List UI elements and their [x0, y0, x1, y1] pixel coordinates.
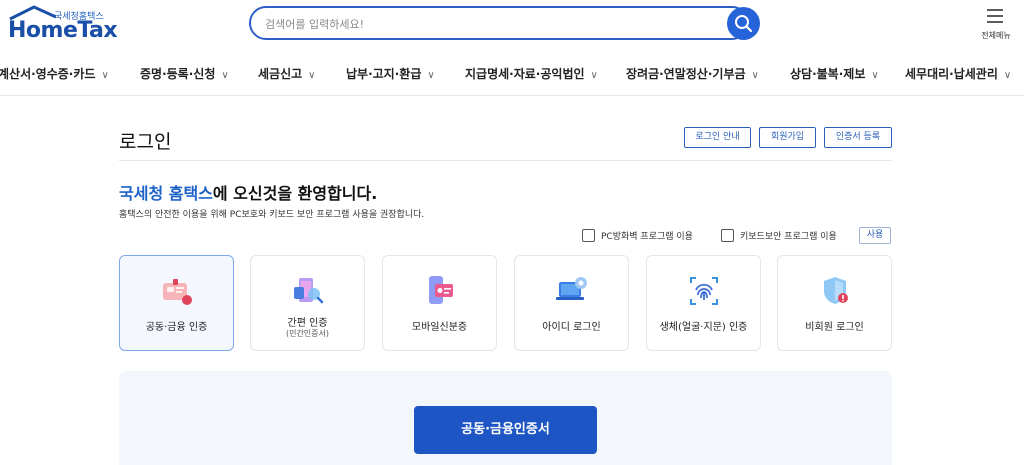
login-method-mobile-id[interactable]: 모바일신분증: [382, 255, 497, 351]
nav-item-receipts[interactable]: 계산서·영수증·카드 ∨: [0, 65, 109, 82]
nav-item-statements[interactable]: 지급명세·자료·공익법인 ∨: [465, 65, 598, 82]
welcome-text: 에 오신것을 환영합니다.: [212, 184, 378, 203]
keyboard-security-checkbox[interactable]: [721, 229, 734, 242]
login-methods: 공동·금융 인증 간편 인증 (민간인증서) 모바일신분증 아이디 로그인 생체…: [119, 255, 892, 351]
top-links: 로그인 안내 회원가입 인증서 등록: [684, 127, 892, 149]
use-button[interactable]: 사용: [859, 227, 891, 244]
login-method-label: 비회원 로그인: [805, 322, 864, 333]
login-method-label: 모바일신분증: [411, 322, 468, 333]
nav-item-tax-filing[interactable]: 세금신고 ∨: [258, 65, 316, 82]
cert-register-button[interactable]: 인증서 등록: [824, 127, 892, 148]
login-method-label: 공동·금융 인증: [145, 322, 208, 333]
keyboard-security-option[interactable]: 키보드보안 프로그램 이용: [721, 229, 837, 242]
nav-item-label: 상담·불복·제보: [790, 67, 866, 81]
login-method-sublabel: (민간인증서): [285, 329, 330, 338]
signup-button[interactable]: 회원가입: [759, 127, 816, 148]
pc-firewall-label: PC방화벽 프로그램 이용: [601, 232, 693, 242]
welcome-brand: 국세청 홈택스: [119, 184, 213, 203]
chevron-down-icon: ∨: [101, 70, 109, 81]
login-method-joint-cert[interactable]: 공동·금융 인증: [119, 255, 234, 351]
full-menu-button[interactable]: 전체메뉴: [974, 6, 1018, 42]
logo-text: HomeTax: [8, 18, 118, 43]
login-method-id-login[interactable]: 아이디 로그인: [514, 255, 629, 351]
chevron-down-icon: ∨: [871, 70, 879, 81]
chevron-down-icon: ∨: [308, 70, 316, 81]
pc-firewall-checkbox[interactable]: [582, 229, 595, 242]
keyboard-security-label: 키보드보안 프로그램 이용: [740, 232, 837, 242]
nav-item-incentives[interactable]: 장려금·연말정산·기부금 ∨: [626, 65, 759, 82]
login-method-label: 아이디 로그인: [542, 322, 601, 333]
nav-item-tax-agent[interactable]: 세무대리·납세관리 ∨: [905, 65, 1011, 82]
login-content: 로그인 로그인 안내 회원가입 인증서 등록 국세청 홈택스에 오신것을 환영합…: [119, 96, 892, 465]
chevron-down-icon: ∨: [427, 70, 435, 81]
header: 국세청홈택스 HomeTax 전체메뉴: [0, 0, 1024, 50]
login-method-biometric[interactable]: 생체(얼굴·지문) 인증: [646, 255, 761, 351]
nav-item-label: 세무대리·납세관리: [905, 67, 998, 81]
chevron-down-icon: ∨: [751, 70, 759, 81]
search-input[interactable]: [265, 14, 715, 34]
security-options: PC방화벽 프로그램 이용 키보드보안 프로그램 이용 사용: [582, 227, 892, 245]
chevron-down-icon: ∨: [1003, 70, 1012, 81]
search-icon: [735, 15, 753, 33]
laptop-id-icon: [556, 277, 587, 300]
main-nav: 계산서·영수증·카드 ∨ 증명·등록·신청 ∨ 세금신고 ∨ 납부·고지·환급 ∨ 지급…: [0, 50, 1024, 96]
full-menu-label: 전체메뉴: [981, 31, 1011, 40]
nav-item-label: 지급명세·자료·공익법인: [465, 67, 585, 81]
nav-item-label: 계산서·영수증·카드: [0, 67, 96, 81]
search-bar: [249, 6, 761, 40]
nav-item-payment[interactable]: 납부·고지·환급 ∨: [346, 65, 435, 82]
chevron-down-icon: ∨: [590, 70, 598, 81]
page-title: 로그인: [119, 131, 172, 153]
hamburger-icon: [987, 9, 1003, 23]
joint-cert-login-button[interactable]: 공동·금융인증서: [414, 406, 597, 454]
shield-icon: [824, 277, 848, 304]
welcome-heading: 국세청 홈택스에 오신것을 환영합니다.: [119, 180, 377, 204]
search-button[interactable]: [727, 7, 760, 40]
divider: [119, 160, 892, 161]
security-description: 홈택스의 안전한 이용을 위해 PC보호와 키보드 보안 프로그램 사용을 권장…: [119, 210, 425, 220]
login-panel: 공동·금융인증서: [119, 371, 892, 465]
nav-item-label: 납부·고지·환급: [346, 67, 422, 81]
nav-item-certificates[interactable]: 증명·등록·신청 ∨: [140, 65, 229, 82]
nav-item-label: 증명·등록·신청: [140, 67, 216, 81]
nav-item-consultation[interactable]: 상담·불복·제보 ∨: [790, 65, 879, 82]
login-guide-button[interactable]: 로그인 안내: [684, 127, 751, 148]
certificate-card-icon: [163, 279, 192, 305]
hometax-logo[interactable]: 국세청홈택스 HomeTax: [4, 3, 118, 43]
mobile-id-icon: [429, 276, 453, 304]
chevron-down-icon: ∨: [221, 70, 229, 81]
fingerprint-icon: [690, 277, 718, 305]
search-box: [249, 6, 749, 40]
pc-firewall-option[interactable]: PC방화벽 프로그램 이용: [582, 229, 693, 242]
simple-auth-icon: [294, 278, 324, 304]
nav-item-label: 장려금·연말정산·기부금: [626, 67, 746, 81]
nav-item-label: 세금신고: [258, 67, 303, 81]
login-method-label: 간편 인증: [287, 318, 328, 329]
login-method-label: 생체(얼굴·지문) 인증: [659, 322, 748, 333]
login-method-simple-auth[interactable]: 간편 인증 (민간인증서): [250, 255, 365, 351]
login-method-guest[interactable]: 비회원 로그인: [777, 255, 892, 351]
